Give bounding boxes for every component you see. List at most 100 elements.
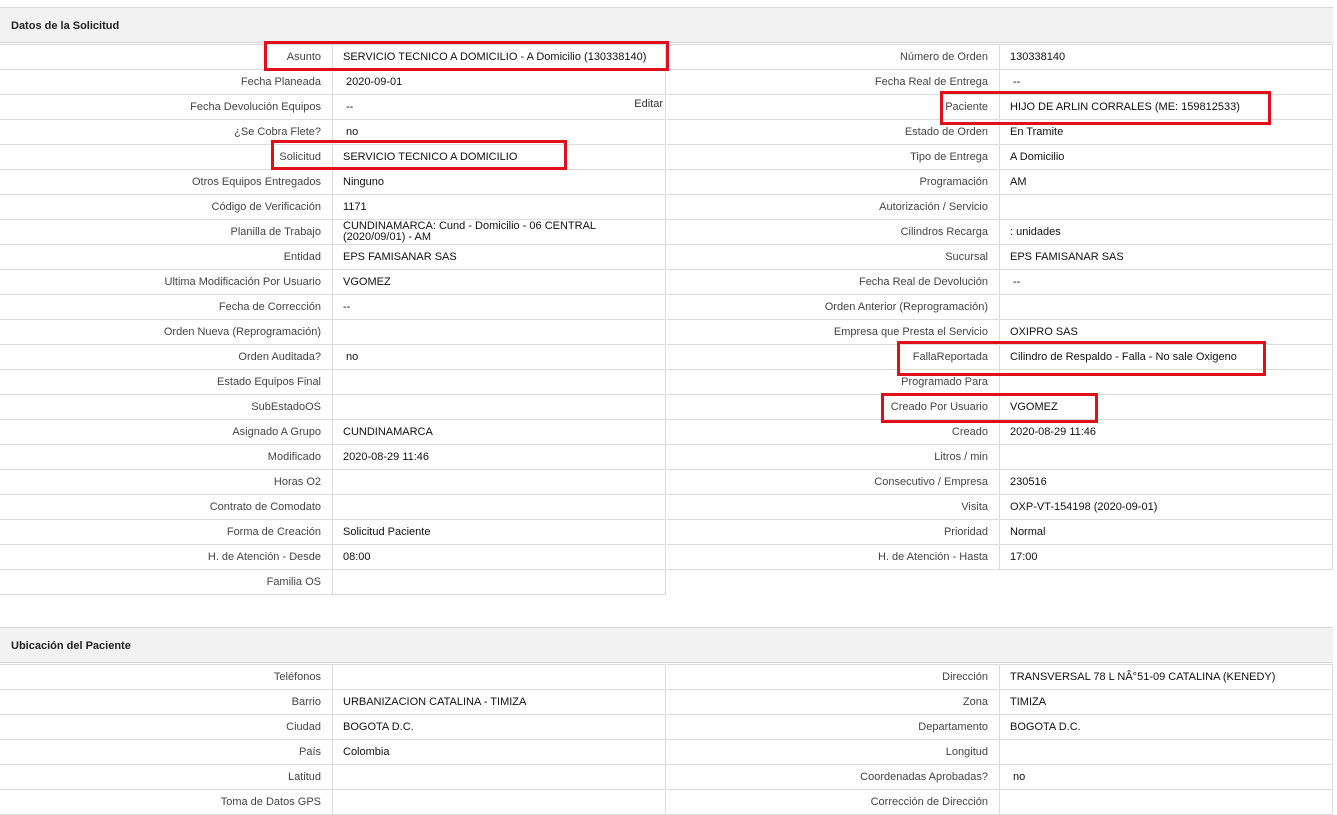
field-row-cobra-flete: ¿Se Cobra Flete? no — [0, 120, 666, 145]
field-value-cobra-flete: no — [333, 120, 666, 144]
field-label: Programado Para — [667, 370, 1000, 394]
field-row-litros-min: Litros / min — [667, 445, 1333, 470]
field-label: Paciente — [667, 95, 1000, 119]
field-label: Consecutivo / Empresa — [667, 470, 1000, 494]
field-label: Contrato de Comodato — [0, 495, 333, 519]
field-row-programacion: Programación AM — [667, 170, 1333, 195]
field-label: Ultima Modificación Por Usuario — [0, 270, 333, 294]
field-row-pais: País Colombia — [0, 740, 666, 765]
field-label: Latitud — [0, 765, 333, 789]
field-value-entidad: EPS FAMISANAR SAS — [333, 245, 666, 269]
field-value-atencion-desde: 08:00 — [333, 545, 666, 569]
field-label: Estado Equipos Final — [0, 370, 333, 394]
field-label: Orden Auditada? — [0, 345, 333, 369]
field-value-barrio: URBANIZACION CATALINA - TIMIZA — [333, 690, 666, 714]
field-row-orden-auditada: Orden Auditada? no — [0, 345, 666, 370]
section-header-ubicacion: Ubicación del Paciente — [0, 627, 1333, 663]
field-label: Sucursal — [667, 245, 1000, 269]
field-value-creado-por: VGOMEZ — [1000, 395, 1333, 419]
field-value-familia-os — [333, 570, 666, 594]
field-label: Fecha de Corrección — [0, 295, 333, 319]
field-value-fecha-devolucion: -- Editar — [333, 95, 666, 119]
field-row-tipo-entrega: Tipo de Entrega A Domicilio — [667, 145, 1333, 170]
field-row-otros-equipos: Otros Equipos Entregados Ninguno — [0, 170, 666, 195]
field-value-ciudad: BOGOTA D.C. — [333, 715, 666, 739]
field-value-asunto: SERVICIO TECNICO A DOMICILIO - A Domicil… — [333, 45, 666, 69]
field-value-forma-creacion: Solicitud Paciente — [333, 520, 666, 544]
field-label: Barrio — [0, 690, 333, 714]
field-label: Creado — [667, 420, 1000, 444]
field-value-contrato-comodato — [333, 495, 666, 519]
field-value-estado-equipos — [333, 370, 666, 394]
field-value-tipo-entrega: A Domicilio — [1000, 145, 1333, 169]
ubicacion-left-column: Teléfonos Barrio URBANIZACION CATALINA - … — [0, 664, 666, 815]
field-row-toma-gps: Toma de Datos GPS — [0, 790, 666, 815]
edit-link[interactable]: Editar — [634, 92, 663, 116]
section-title-solicitud: Datos de la Solicitud — [11, 20, 120, 32]
solicitud-right-column: Número de Orden 130338140 Fecha Real de E… — [667, 44, 1333, 570]
field-row-correccion-direccion: Corrección de Dirección — [667, 790, 1333, 815]
field-row-prioridad: Prioridad Normal — [667, 520, 1333, 545]
field-label: Orden Nueva (Reprogramación) — [0, 320, 333, 344]
field-value-fecha-real-entrega: -- — [1000, 70, 1333, 94]
field-value-litros-min — [1000, 445, 1333, 469]
field-label: País — [0, 740, 333, 764]
field-label: Solicitud — [0, 145, 333, 169]
field-row-planilla: Planilla de Trabajo CUNDINAMARCA: Cund - … — [0, 220, 666, 245]
field-label: Familia OS — [0, 570, 333, 594]
field-value-fecha-planeada: 2020-09-01 — [333, 70, 666, 94]
ubicacion-right-column: Dirección TRANSVERSAL 78 L NÂ°51-09 CATAL… — [667, 664, 1333, 815]
section-header-solicitud: Datos de la Solicitud — [0, 7, 1333, 43]
field-value-programado-para — [1000, 370, 1333, 394]
field-label: Ciudad — [0, 715, 333, 739]
field-value-paciente: HIJO DE ARLIN CORRALES (ME: 159812533) — [1000, 95, 1333, 119]
solicitud-left-column: Asunto SERVICIO TECNICO A DOMICILIO - A D… — [0, 44, 666, 595]
field-value-creado: 2020-08-29 11:46 — [1000, 420, 1333, 444]
field-row-estado-orden: Estado de Orden En Tramite — [667, 120, 1333, 145]
field-value-fecha-real-devolucion: -- — [1000, 270, 1333, 294]
field-row-visita: Visita OXP-VT-154198 (2020-09-01) — [667, 495, 1333, 520]
field-label: Modificado — [0, 445, 333, 469]
field-row-asunto: Asunto SERVICIO TECNICO A DOMICILIO - A D… — [0, 45, 666, 70]
field-row-consecutivo: Consecutivo / Empresa 230516 — [667, 470, 1333, 495]
field-label: Fecha Real de Devolución — [667, 270, 1000, 294]
field-row-creado-por: Creado Por Usuario VGOMEZ — [667, 395, 1333, 420]
field-row-paciente: Paciente HIJO DE ARLIN CORRALES (ME: 1598… — [667, 95, 1333, 120]
field-label: Coordenadas Aprobadas? — [667, 765, 1000, 789]
field-row-entidad: Entidad EPS FAMISANAR SAS — [0, 245, 666, 270]
field-label: FallaReportada — [667, 345, 1000, 369]
field-label: H. de Atención - Desde — [0, 545, 333, 569]
field-label: Horas O2 — [0, 470, 333, 494]
field-label: Código de Verificación — [0, 195, 333, 219]
field-row-ultima-modificacion: Ultima Modificación Por Usuario VGOMEZ — [0, 270, 666, 295]
field-value-prioridad: Normal — [1000, 520, 1333, 544]
field-row-fecha-real-devolucion: Fecha Real de Devolución -- — [667, 270, 1333, 295]
field-label: Autorización / Servicio — [667, 195, 1000, 219]
field-row-numero-orden: Número de Orden 130338140 — [667, 45, 1333, 70]
field-row-fecha-devolucion: Fecha Devolución Equipos -- Editar — [0, 95, 666, 120]
field-value-correccion-direccion — [1000, 790, 1333, 814]
field-value-coordenadas: no — [1000, 765, 1333, 789]
field-label: Estado de Orden — [667, 120, 1000, 144]
field-value-asignado-grupo: CUNDINAMARCA — [333, 420, 666, 444]
field-value-consecutivo: 230516 — [1000, 470, 1333, 494]
field-row-subestado: SubEstadoOS — [0, 395, 666, 420]
field-value-modificado: 2020-08-29 11:46 — [333, 445, 666, 469]
field-row-departamento: Departamento BOGOTA D.C. — [667, 715, 1333, 740]
field-label: Fecha Devolución Equipos — [0, 95, 333, 119]
field-value-estado-orden: En Tramite — [1000, 120, 1333, 144]
field-value-autorizacion — [1000, 195, 1333, 219]
field-row-zona: Zona TIMIZA — [667, 690, 1333, 715]
field-value-zona: TIMIZA — [1000, 690, 1333, 714]
field-row-horas-o2: Horas O2 — [0, 470, 666, 495]
field-label: H. de Atención - Hasta — [667, 545, 1000, 569]
field-value-departamento: BOGOTA D.C. — [1000, 715, 1333, 739]
field-label: Litros / min — [667, 445, 1000, 469]
field-value-direccion: TRANSVERSAL 78 L NÂ°51-09 CATALINA (KENE… — [1000, 665, 1333, 689]
field-value-codigo-verificacion: 1171 — [333, 195, 666, 219]
field-row-autorizacion: Autorización / Servicio — [667, 195, 1333, 220]
field-value-planilla: CUNDINAMARCA: Cund - Domicilio - 06 CENT… — [333, 220, 666, 244]
field-value-orden-anterior — [1000, 295, 1333, 319]
field-label: Programación — [667, 170, 1000, 194]
field-label: Asunto — [0, 45, 333, 69]
